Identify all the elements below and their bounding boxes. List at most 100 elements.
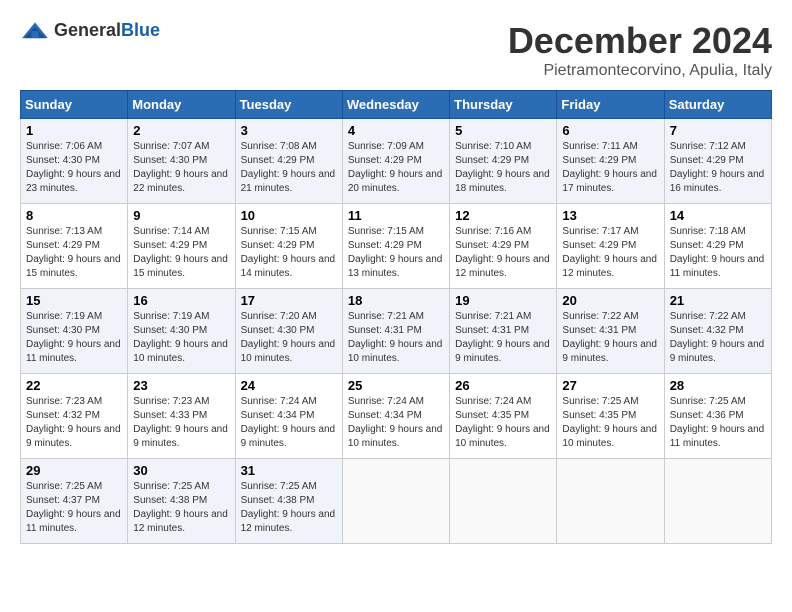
day-info: Sunrise: 7:17 AM Sunset: 4:29 PM Dayligh… [562,225,658,281]
day-number: 14 [670,208,766,223]
day-info: Sunrise: 7:09 AM Sunset: 4:29 PM Dayligh… [348,140,444,196]
day-info: Sunrise: 7:22 AM Sunset: 4:32 PM Dayligh… [670,310,766,366]
day-info: Sunrise: 7:19 AM Sunset: 4:30 PM Dayligh… [26,310,122,366]
day-number: 5 [455,123,551,138]
day-info: Sunrise: 7:20 AM Sunset: 4:30 PM Dayligh… [241,310,337,366]
day-number: 10 [241,208,337,223]
calendar-week-row: 1 Sunrise: 7:06 AM Sunset: 4:30 PM Dayli… [21,119,772,204]
calendar-cell: 29 Sunrise: 7:25 AM Sunset: 4:37 PM Dayl… [21,459,128,544]
calendar-cell: 2 Sunrise: 7:07 AM Sunset: 4:30 PM Dayli… [128,119,235,204]
day-info: Sunrise: 7:15 AM Sunset: 4:29 PM Dayligh… [241,225,337,281]
weekday-header-thursday: Thursday [450,91,557,119]
day-info: Sunrise: 7:24 AM Sunset: 4:34 PM Dayligh… [348,395,444,451]
weekday-header-sunday: Sunday [21,91,128,119]
location-title: Pietramontecorvino, Apulia, Italy [508,62,772,80]
day-number: 30 [133,463,229,478]
day-info: Sunrise: 7:22 AM Sunset: 4:31 PM Dayligh… [562,310,658,366]
calendar-cell: 26 Sunrise: 7:24 AM Sunset: 4:35 PM Dayl… [450,374,557,459]
calendar-cell: 18 Sunrise: 7:21 AM Sunset: 4:31 PM Dayl… [342,289,449,374]
day-number: 1 [26,123,122,138]
calendar-cell: 30 Sunrise: 7:25 AM Sunset: 4:38 PM Dayl… [128,459,235,544]
day-info: Sunrise: 7:16 AM Sunset: 4:29 PM Dayligh… [455,225,551,281]
day-number: 25 [348,378,444,393]
day-number: 20 [562,293,658,308]
day-info: Sunrise: 7:19 AM Sunset: 4:30 PM Dayligh… [133,310,229,366]
title-block: December 2024 Pietramontecorvino, Apulia… [508,20,772,80]
day-number: 22 [26,378,122,393]
calendar-cell: 16 Sunrise: 7:19 AM Sunset: 4:30 PM Dayl… [128,289,235,374]
calendar-cell [450,459,557,544]
day-info: Sunrise: 7:25 AM Sunset: 4:36 PM Dayligh… [670,395,766,451]
weekday-header-friday: Friday [557,91,664,119]
weekday-header-row: SundayMondayTuesdayWednesdayThursdayFrid… [21,91,772,119]
calendar-cell: 8 Sunrise: 7:13 AM Sunset: 4:29 PM Dayli… [21,204,128,289]
day-number: 24 [241,378,337,393]
day-number: 4 [348,123,444,138]
day-number: 12 [455,208,551,223]
calendar-cell: 14 Sunrise: 7:18 AM Sunset: 4:29 PM Dayl… [664,204,771,289]
calendar-cell: 13 Sunrise: 7:17 AM Sunset: 4:29 PM Dayl… [557,204,664,289]
calendar-cell: 17 Sunrise: 7:20 AM Sunset: 4:30 PM Dayl… [235,289,342,374]
day-number: 31 [241,463,337,478]
day-number: 28 [670,378,766,393]
day-number: 8 [26,208,122,223]
calendar-week-row: 8 Sunrise: 7:13 AM Sunset: 4:29 PM Dayli… [21,204,772,289]
day-number: 3 [241,123,337,138]
day-info: Sunrise: 7:21 AM Sunset: 4:31 PM Dayligh… [348,310,444,366]
day-info: Sunrise: 7:23 AM Sunset: 4:32 PM Dayligh… [26,395,122,451]
day-number: 29 [26,463,122,478]
day-number: 23 [133,378,229,393]
calendar-cell: 6 Sunrise: 7:11 AM Sunset: 4:29 PM Dayli… [557,119,664,204]
day-number: 15 [26,293,122,308]
calendar-cell: 27 Sunrise: 7:25 AM Sunset: 4:35 PM Dayl… [557,374,664,459]
calendar-cell: 1 Sunrise: 7:06 AM Sunset: 4:30 PM Dayli… [21,119,128,204]
day-number: 9 [133,208,229,223]
day-number: 21 [670,293,766,308]
calendar-cell: 3 Sunrise: 7:08 AM Sunset: 4:29 PM Dayli… [235,119,342,204]
day-number: 18 [348,293,444,308]
day-info: Sunrise: 7:21 AM Sunset: 4:31 PM Dayligh… [455,310,551,366]
day-info: Sunrise: 7:23 AM Sunset: 4:33 PM Dayligh… [133,395,229,451]
weekday-header-saturday: Saturday [664,91,771,119]
logo-text-general: General [54,20,121,40]
calendar-cell [664,459,771,544]
logo-icon [20,21,50,41]
day-number: 7 [670,123,766,138]
day-info: Sunrise: 7:12 AM Sunset: 4:29 PM Dayligh… [670,140,766,196]
day-info: Sunrise: 7:24 AM Sunset: 4:34 PM Dayligh… [241,395,337,451]
calendar-week-row: 29 Sunrise: 7:25 AM Sunset: 4:37 PM Dayl… [21,459,772,544]
calendar-cell [557,459,664,544]
day-info: Sunrise: 7:25 AM Sunset: 4:37 PM Dayligh… [26,480,122,536]
day-info: Sunrise: 7:25 AM Sunset: 4:38 PM Dayligh… [241,480,337,536]
calendar-cell: 7 Sunrise: 7:12 AM Sunset: 4:29 PM Dayli… [664,119,771,204]
day-info: Sunrise: 7:07 AM Sunset: 4:30 PM Dayligh… [133,140,229,196]
day-number: 17 [241,293,337,308]
calendar-cell: 10 Sunrise: 7:15 AM Sunset: 4:29 PM Dayl… [235,204,342,289]
calendar-cell: 12 Sunrise: 7:16 AM Sunset: 4:29 PM Dayl… [450,204,557,289]
day-number: 13 [562,208,658,223]
day-info: Sunrise: 7:15 AM Sunset: 4:29 PM Dayligh… [348,225,444,281]
day-info: Sunrise: 7:25 AM Sunset: 4:38 PM Dayligh… [133,480,229,536]
day-info: Sunrise: 7:11 AM Sunset: 4:29 PM Dayligh… [562,140,658,196]
logo: GeneralBlue [20,20,160,41]
day-number: 6 [562,123,658,138]
month-title: December 2024 [508,20,772,62]
day-number: 16 [133,293,229,308]
calendar-cell: 15 Sunrise: 7:19 AM Sunset: 4:30 PM Dayl… [21,289,128,374]
calendar-cell: 24 Sunrise: 7:24 AM Sunset: 4:34 PM Dayl… [235,374,342,459]
page-header: GeneralBlue December 2024 Pietramontecor… [20,20,772,80]
calendar-cell: 31 Sunrise: 7:25 AM Sunset: 4:38 PM Dayl… [235,459,342,544]
calendar-cell: 21 Sunrise: 7:22 AM Sunset: 4:32 PM Dayl… [664,289,771,374]
day-info: Sunrise: 7:13 AM Sunset: 4:29 PM Dayligh… [26,225,122,281]
calendar-cell [342,459,449,544]
day-info: Sunrise: 7:18 AM Sunset: 4:29 PM Dayligh… [670,225,766,281]
calendar-cell: 23 Sunrise: 7:23 AM Sunset: 4:33 PM Dayl… [128,374,235,459]
calendar-cell: 19 Sunrise: 7:21 AM Sunset: 4:31 PM Dayl… [450,289,557,374]
day-info: Sunrise: 7:24 AM Sunset: 4:35 PM Dayligh… [455,395,551,451]
weekday-header-monday: Monday [128,91,235,119]
day-info: Sunrise: 7:08 AM Sunset: 4:29 PM Dayligh… [241,140,337,196]
calendar-cell: 28 Sunrise: 7:25 AM Sunset: 4:36 PM Dayl… [664,374,771,459]
calendar-cell: 9 Sunrise: 7:14 AM Sunset: 4:29 PM Dayli… [128,204,235,289]
calendar-cell: 11 Sunrise: 7:15 AM Sunset: 4:29 PM Dayl… [342,204,449,289]
day-number: 27 [562,378,658,393]
